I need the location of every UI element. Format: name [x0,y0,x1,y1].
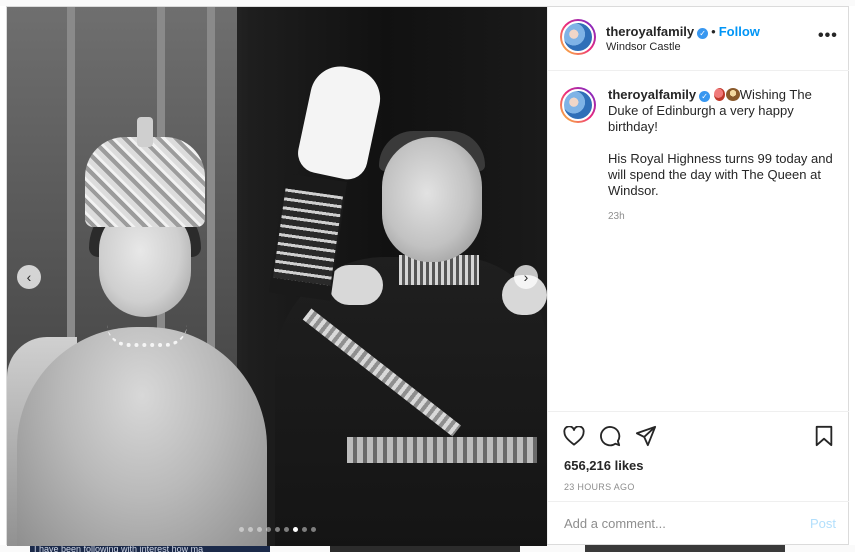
follow-button[interactable]: Follow [719,24,760,39]
comment-input[interactable] [564,514,794,532]
separator-dot: • [711,24,716,39]
avatar-image [562,89,594,121]
photo-crown [85,137,205,227]
carousel-next-button[interactable]: › [514,265,538,289]
avatar[interactable] [560,19,596,55]
photo-duke-glove [294,60,386,184]
carousel-dot [266,527,271,532]
heart-icon [563,426,585,446]
background-thumbnail [330,545,520,552]
verified-badge-icon: ✓ [699,91,711,102]
post-timestamp[interactable]: 23 HOURS AGO [564,482,635,492]
caption-comment: theroyalfamily ✓ Wishing The Duke of Edin… [560,87,840,222]
bookmark-icon [815,425,833,447]
add-comment-bar: Post [548,501,849,544]
location-link[interactable]: Windsor Castle [606,41,681,53]
photo-duke-cuff [273,188,343,286]
carousel-indicator [239,527,316,532]
chevron-right-icon: › [523,269,529,285]
username-link[interactable]: theroyalfamily [606,24,694,39]
photo-crown-cross [137,117,153,147]
post-header: theroyalfamily ✓ • Follow Windsor Castle ••… [548,7,849,71]
like-count[interactable]: 656,216 likes [564,458,644,473]
verified-badge-icon: ✓ [697,28,709,39]
background-thumbnail-text: I have been following with interest how … [34,545,204,552]
share-button[interactable] [632,422,660,450]
comment-button[interactable] [596,422,624,450]
more-icon[interactable]: ••• [818,27,838,45]
carousel-prev-button[interactable]: ‹ [17,265,41,289]
photo-duke-epaulette [329,265,383,305]
post-photo: ‹ › [7,7,547,546]
carousel-dot [284,527,289,532]
post-actions: 656,216 likes 23 HOURS AGO [548,411,849,501]
carousel-dot [293,527,298,532]
avatar[interactable] [560,87,596,123]
caption-text: theroyalfamily ✓ Wishing The Duke of Edin… [608,87,840,199]
header-user-line: theroyalfamily ✓ • Follow [606,24,760,39]
comment-icon [600,426,621,447]
caption-username[interactable]: theroyalfamily [608,87,696,102]
photo-necklace [107,325,187,347]
carousel-dot [248,527,253,532]
carousel-dot [275,527,280,532]
avatar-image [562,21,594,53]
carousel-dot [239,527,244,532]
carousel-dot [311,527,316,532]
carousel-dot [302,527,307,532]
post-modal: ‹ › theroyalfamily ✓ • Follow Windsor Castl… [6,6,849,546]
photo-duke-belt [347,437,537,463]
chevron-left-icon: ‹ [26,269,32,285]
balloon-emoji-icon [713,88,725,101]
like-button[interactable] [560,422,588,450]
save-button[interactable] [810,422,838,450]
photo-duke-face [382,137,482,262]
post-side-panel: theroyalfamily ✓ • Follow Windsor Castle ••… [547,7,849,544]
background-thumbnail [585,545,785,552]
carousel-dot [257,527,262,532]
post-comment-button[interactable]: Post [810,516,836,531]
photo-queen-dress [17,327,267,546]
comment-timestamp[interactable]: 23h [608,211,840,222]
cake-emoji-icon [725,88,740,101]
caption-line-2: His Royal Highness turns 99 today and wi… [608,151,833,198]
share-icon [635,425,657,447]
